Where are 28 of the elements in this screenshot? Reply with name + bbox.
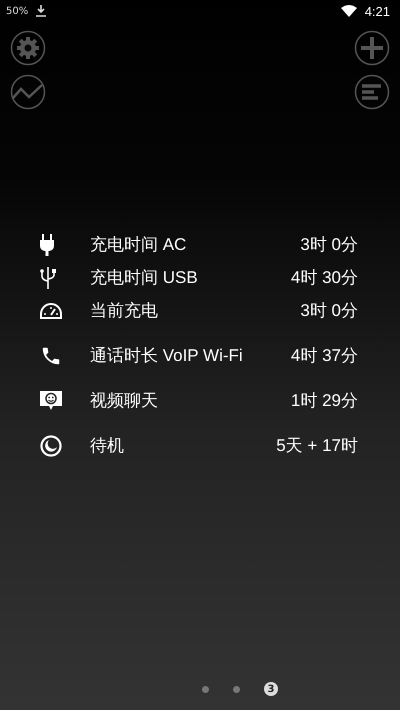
stat-label: 通话时长 VoIP Wi-Fi: [90, 345, 244, 367]
stat-value: 3时 0分: [300, 234, 358, 256]
stat-value: 5天 + 17时: [276, 435, 358, 457]
stat-label: 当前充电: [90, 300, 159, 322]
gauge-icon: [40, 302, 62, 318]
clock: 4:21: [364, 4, 390, 18]
page-indicator[interactable]: 3: [264, 682, 278, 696]
stat-label: 充电时间 USB: [90, 267, 199, 289]
stat-value: 1时 29分: [290, 390, 358, 412]
add-icon[interactable]: [354, 30, 390, 66]
page-indicator[interactable]: [233, 686, 240, 692]
stat-label: 视频聊天: [90, 390, 159, 412]
stat-value: 3时 0分: [300, 300, 358, 322]
page-indicator[interactable]: [202, 686, 209, 692]
download-icon: [36, 5, 46, 17]
stat-label: 待机: [90, 435, 125, 457]
video-chat-icon: [40, 390, 62, 410]
moon-icon: [40, 434, 62, 456]
wifi-icon: [340, 5, 357, 17]
settings-icon[interactable]: [10, 30, 46, 66]
stat-value: 4时 37分: [290, 345, 358, 367]
stat-value: 4时 30分: [290, 267, 358, 289]
usb-icon: [40, 266, 56, 288]
list-icon[interactable]: [354, 74, 390, 110]
battery-percent: 50%: [6, 6, 28, 16]
plug-icon: [40, 234, 54, 256]
line-chart-icon[interactable]: [10, 74, 46, 110]
stat-label: 充电时间 AC: [90, 234, 188, 256]
